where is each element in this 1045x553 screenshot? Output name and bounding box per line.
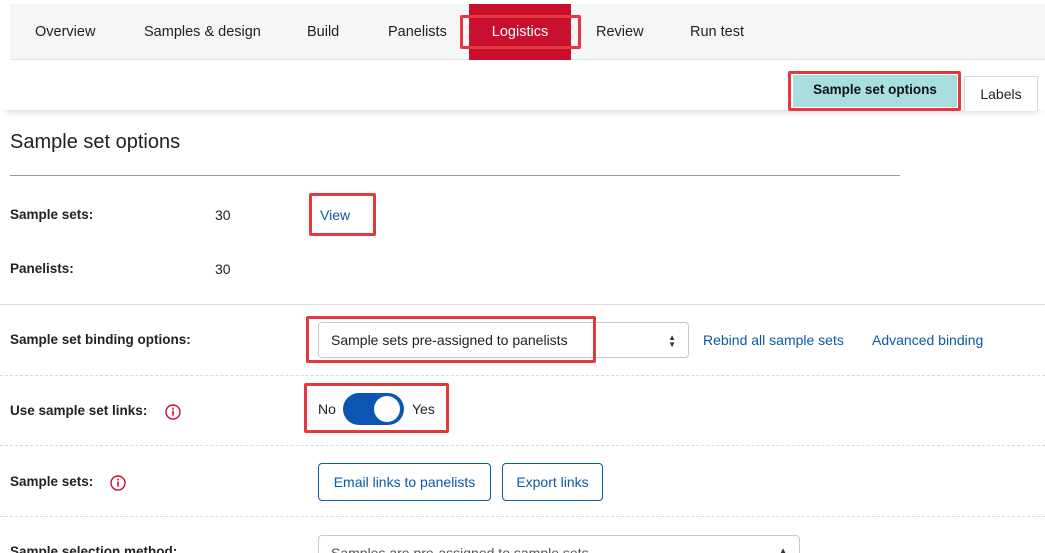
toggle-no-label: No	[318, 401, 336, 417]
sample-sets-label: Sample sets:	[10, 207, 94, 222]
row-divider	[0, 375, 1045, 376]
toggle-yes-label: Yes	[412, 401, 435, 417]
binding-options-select[interactable]: Sample sets pre-assigned to panelists ▲ ▼	[318, 322, 689, 358]
section-divider	[0, 304, 1045, 305]
tab-panelists[interactable]: Panelists	[388, 4, 447, 60]
binding-options-label: Sample set binding options:	[10, 332, 191, 347]
selection-method-select[interactable]: Samples are pre-assigned to sample sets …	[318, 535, 800, 553]
tab-run-test[interactable]: Run test	[690, 4, 744, 60]
row-divider	[0, 516, 1045, 517]
rebind-all-link[interactable]: Rebind all sample sets	[703, 332, 844, 348]
panelists-count: 30	[215, 261, 231, 277]
top-nav: Overview Samples & design Build Panelist…	[10, 4, 1045, 60]
page-title: Sample set options	[10, 131, 181, 153]
view-sample-sets-link[interactable]: View	[320, 207, 350, 223]
tab-build[interactable]: Build	[307, 4, 339, 60]
tab-overview[interactable]: Overview	[35, 4, 95, 60]
select-arrows-icon: ▲▼	[779, 546, 787, 553]
sample-sets-row-label: Sample sets:	[10, 474, 94, 489]
sample-sets-count: 30	[215, 207, 231, 223]
use-links-toggle[interactable]	[343, 393, 404, 425]
tab-review[interactable]: Review	[596, 4, 644, 60]
email-links-button[interactable]: Email links to panelists	[318, 463, 491, 501]
subtab-sample-set-options[interactable]: Sample set options	[793, 75, 957, 107]
title-divider	[10, 175, 900, 176]
export-links-button[interactable]: Export links	[502, 463, 603, 501]
advanced-binding-link[interactable]: Advanced binding	[872, 332, 983, 348]
row-divider	[0, 445, 1045, 446]
toggle-knob	[374, 396, 400, 422]
info-icon[interactable]	[165, 404, 181, 420]
tab-logistics[interactable]: Logistics	[469, 4, 571, 60]
binding-options-value: Sample sets pre-assigned to panelists	[331, 332, 568, 348]
subtab-labels[interactable]: Labels	[964, 76, 1038, 111]
selection-method-value: Samples are pre-assigned to sample sets	[331, 545, 589, 553]
tab-samples-design[interactable]: Samples & design	[144, 4, 261, 60]
select-arrows-icon: ▲▼	[668, 333, 676, 349]
info-icon[interactable]	[110, 475, 126, 491]
panelists-label: Panelists:	[10, 261, 74, 276]
use-links-label: Use sample set links:	[10, 403, 148, 418]
selection-method-label: Sample selection method:	[10, 544, 178, 553]
